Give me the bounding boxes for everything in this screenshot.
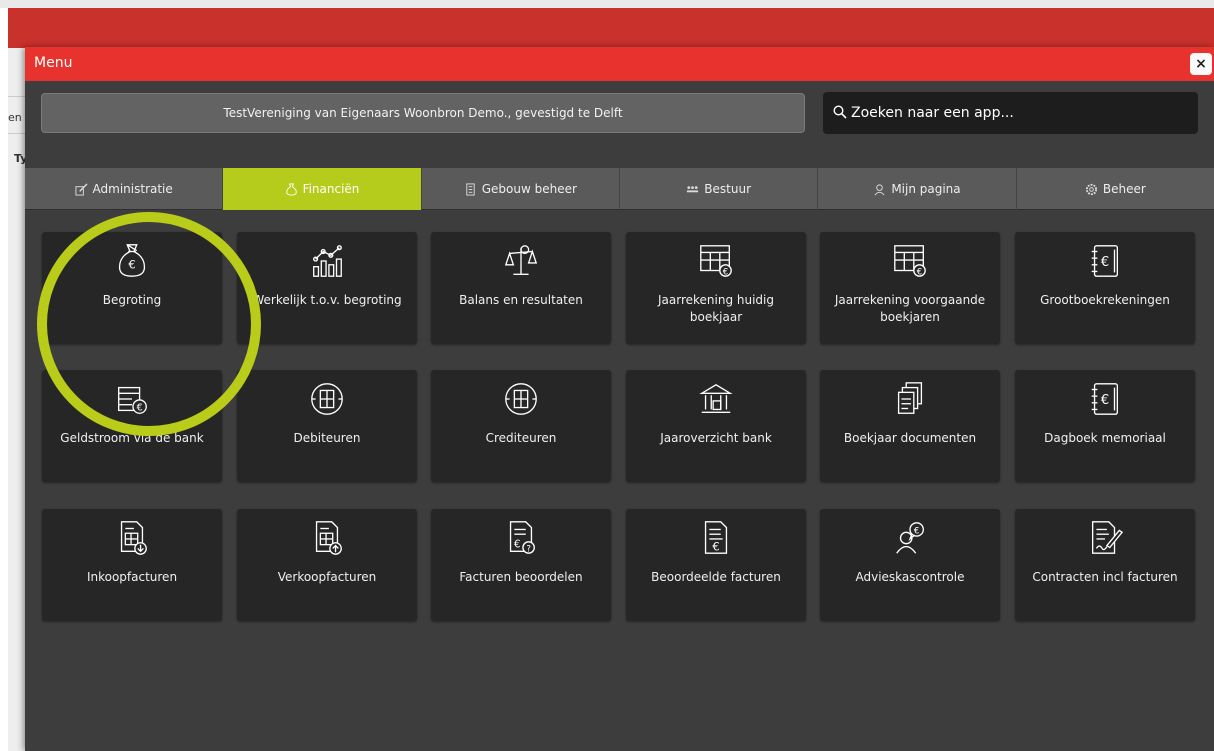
tile-label: Dagboek memoriaal [1044, 431, 1166, 445]
spreadsheet-euro-icon: € [894, 245, 926, 277]
app-tile-dagboek-memoriaal[interactable]: € Dagboek memoriaal [1015, 370, 1195, 482]
tile-label: Verkoopfacturen [277, 570, 377, 584]
background-app-header [8, 8, 1214, 48]
tab-label: Gebouw beheer [481, 182, 577, 196]
tile-label: Jaarrekening voorgaande boekjaren [834, 293, 986, 324]
svg-text:€: € [712, 539, 719, 553]
svg-text:?: ? [526, 544, 531, 554]
app-tile-werkelijk-tov-begroting[interactable]: Werkelijk t.o.v. begroting [237, 232, 417, 344]
tile-label: Inkoopfacturen [86, 570, 178, 584]
app-tile-jaaroverzicht-bank[interactable]: Jaaroverzicht bank [626, 370, 806, 482]
tab-financien[interactable]: Financiën [223, 168, 422, 210]
app-tile-boekjaar-documenten[interactable]: Boekjaar documenten [820, 370, 1000, 482]
invoice-out-icon [315, 521, 342, 555]
tab-beheer[interactable]: Beheer [1017, 168, 1214, 210]
modal-title: Menu [34, 55, 73, 71]
tile-label: Crediteuren [485, 431, 557, 445]
edit-icon [74, 182, 88, 196]
background-text-fragment: en [8, 111, 22, 124]
category-tabs: Administratie Financiën Gebouw beheer Be… [25, 168, 1214, 210]
background-divider [8, 133, 26, 134]
tab-mijn-pagina[interactable]: Mijn pagina [818, 168, 1017, 210]
journal-euro-icon: € [1091, 383, 1119, 415]
calculator-circle-icon [311, 383, 343, 415]
app-tile-jaarrekening-huidig-boekjaar[interactable]: € Jaarrekening huidig boekjaar [626, 232, 806, 344]
tab-label: Financiën [302, 182, 360, 196]
tile-label: Contracten incl facturen [1032, 570, 1178, 584]
tab-label: Administratie [92, 182, 173, 196]
svg-text:€: € [128, 258, 135, 272]
tile-label: Grootboekrekeningen [1040, 293, 1170, 307]
calculator-circle-icon [505, 383, 537, 415]
app-tile-contracten-incl-facturen[interactable]: Contracten incl facturen [1015, 509, 1195, 621]
building-icon [466, 182, 475, 196]
app-tile-verkoopfacturen[interactable]: Verkoopfacturen [237, 509, 417, 621]
tab-label: Bestuur [704, 182, 751, 196]
user-icon [874, 183, 885, 195]
invoice-question-icon: € ? [509, 521, 535, 554]
cashflow-icon: € [118, 386, 147, 414]
contract-sign-icon [1091, 521, 1124, 554]
tab-label: Beheer [1102, 182, 1146, 196]
background-top-strip [0, 0, 1214, 8]
invoice-in-icon [120, 521, 147, 555]
svg-text:€: € [137, 402, 143, 413]
search-icon [833, 105, 847, 119]
app-tile-inkoopfacturen[interactable]: Inkoopfacturen [42, 509, 222, 621]
modal-header: Menu × [25, 47, 1214, 81]
menu-modal: Menu × TestVereniging van Eigenaars Woon… [25, 47, 1214, 751]
advisor-icon: € [896, 522, 924, 554]
tab-administratie[interactable]: Administratie [25, 168, 224, 210]
bar-chart-icon [313, 245, 342, 277]
spreadsheet-euro-icon: € [700, 245, 732, 277]
app-tile-debiteuren[interactable]: Debiteuren [237, 370, 417, 482]
svg-text:€: € [917, 267, 922, 277]
bank-icon [699, 383, 733, 413]
background-divider [8, 96, 26, 97]
app-tile-balans-en-resultaten[interactable]: Balans en resultaten [431, 232, 611, 344]
svg-text:€: € [723, 267, 728, 277]
svg-text:€: € [914, 526, 919, 536]
money-bag-icon: € [118, 244, 146, 277]
tab-label: Mijn pagina [891, 182, 961, 196]
tile-label: Advieskascontrole [855, 570, 965, 584]
tile-label: Debiteuren [293, 431, 361, 445]
tile-label: Jaarrekening huidig boekjaar [657, 293, 774, 324]
tab-gebouw-beheer[interactable]: Gebouw beheer [422, 168, 620, 210]
svg-text:€: € [1101, 393, 1109, 408]
tile-label: Geldstroom via de bank [60, 431, 204, 445]
app-tile-geldstroom-via-de-bank[interactable]: € Geldstroom via de bank [42, 370, 222, 482]
money-bag-icon [285, 182, 297, 196]
tile-label: Werkelijk t.o.v. begroting [252, 293, 402, 307]
tile-label: Boekjaar documenten [843, 431, 977, 445]
people-icon [687, 185, 699, 192]
svg-text:€: € [514, 539, 521, 551]
app-tile-jaarrekening-voorgaande-boekjaren[interactable]: € Jaarrekening voorgaande boekjaren [820, 232, 1000, 344]
documents-icon [897, 382, 923, 414]
tile-label: Beoordeelde facturen [651, 570, 781, 584]
invoice-euro-icon: € [704, 521, 728, 554]
tile-label: Facturen beoordelen [459, 570, 583, 584]
close-button[interactable]: × [1190, 53, 1212, 75]
search-input[interactable]: Zoeken naar een app... [823, 92, 1198, 134]
svg-text:€: € [1101, 255, 1109, 270]
search-placeholder: Zoeken naar een app... [851, 105, 1014, 121]
ledger-euro-icon: € [1091, 245, 1119, 277]
tile-label: Begroting [102, 293, 162, 307]
gear-icon [1085, 183, 1097, 195]
tile-label: Jaaroverzicht bank [660, 431, 772, 445]
app-tile-beoordeelde-facturen[interactable]: € Beoordeelde facturen [626, 509, 806, 621]
app-tile-grootboekrekeningen[interactable]: € Grootboekrekeningen [1015, 232, 1195, 344]
tile-label: Balans en resultaten [459, 293, 583, 307]
tab-bestuur[interactable]: Bestuur [620, 168, 819, 210]
organization-selector[interactable]: TestVereniging van Eigenaars Woonbron De… [41, 93, 805, 133]
scale-icon [504, 245, 538, 275]
app-tile-begroting[interactable]: € Begroting [42, 232, 222, 344]
app-tile-advieskascontrole[interactable]: € Advieskascontrole [820, 509, 1000, 621]
app-tile-facturen-beoordelen[interactable]: € ? Facturen beoordelen [431, 509, 611, 621]
app-tile-crediteuren[interactable]: Crediteuren [431, 370, 611, 482]
